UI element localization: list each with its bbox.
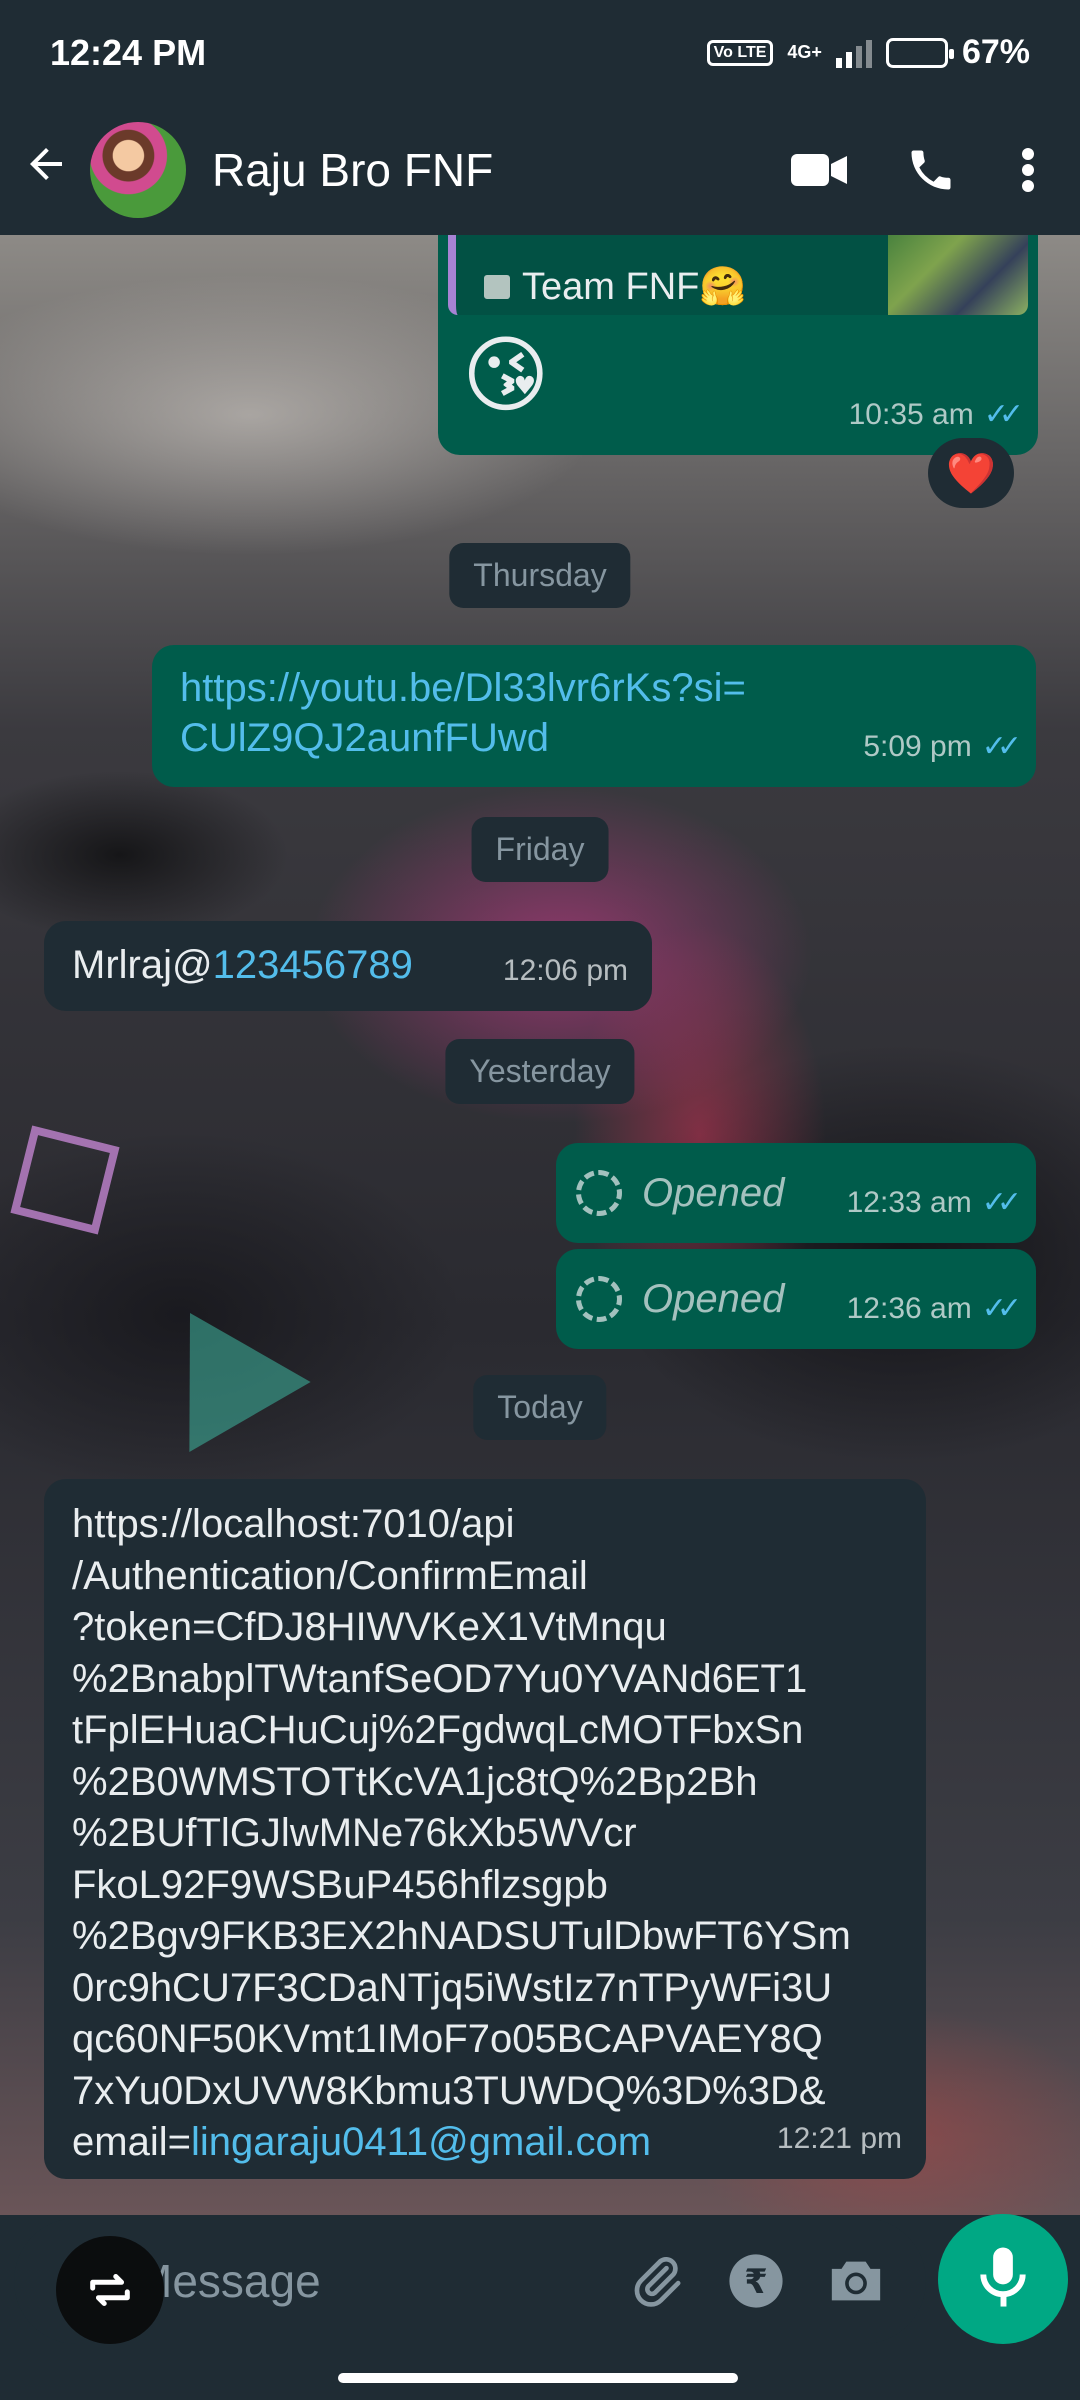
repeat-icon[interactable] <box>56 2236 164 2344</box>
reaction-badge[interactable]: ❤️ <box>928 438 1014 508</box>
attach-icon[interactable] <box>616 2241 696 2321</box>
message-bubble-incoming[interactable]: https://localhost:7010/api /Authenticati… <box>44 1479 926 2179</box>
link-line: 0rc9hCU7F3CDaNTjq5iWstIz7nTPyWFi3U <box>72 1965 833 2010</box>
chat-area[interactable]: Team FNF🤗 😘 10:35 am ✓✓ ❤️ Thursday http… <box>0 235 1080 2215</box>
link-line: qc60NF50KVmt1IMoF7o05BCAPVAEY8Q <box>72 2017 823 2061</box>
phone-number-link[interactable]: 123456789 <box>213 943 413 987</box>
wallpaper-square-shape <box>10 1125 120 1235</box>
svg-text:₹: ₹ <box>744 2262 768 2301</box>
message-time: 5:09 pm <box>863 730 972 763</box>
mic-button[interactable] <box>938 2214 1068 2344</box>
message-meta: 10:35 am ✓✓ <box>848 389 1024 441</box>
message-bubble-outgoing[interactable]: Opened 12:36 am ✓✓ <box>556 1249 1036 1349</box>
message-meta: 12:21 pm <box>777 2113 902 2165</box>
message-meta: 12:33 am ✓✓ <box>846 1177 1022 1229</box>
message-bubble-outgoing[interactable]: Opened 12:33 am ✓✓ <box>556 1143 1036 1243</box>
status-time: 12:24 PM <box>50 31 207 73</box>
link-line: %2BnabplTWtanfSeOD7Yu0YVANd6ET1 <box>72 1656 808 1701</box>
link-line: /Authentication/ConfirmEmail <box>72 1553 588 1598</box>
message-bubble-incoming[interactable]: Mrlraj@123456789 12:06 pm <box>44 921 652 1011</box>
opened-label: Opened <box>642 1277 785 1321</box>
chat-header: Raju Bro FNF <box>0 105 1080 235</box>
date-separator: Thursday <box>449 543 631 608</box>
view-once-icon <box>576 1276 622 1322</box>
image-icon <box>484 275 510 299</box>
battery-percent: 67% <box>961 33 1030 71</box>
link-line: email=lingaraju0411@gmail.com <box>72 2117 898 2169</box>
view-once-icon <box>576 1170 622 1216</box>
avatar[interactable] <box>90 122 186 218</box>
video-call-icon[interactable] <box>774 130 864 210</box>
message-time: 12:33 am <box>846 1186 972 1219</box>
quoted-message[interactable]: Team FNF🤗 <box>448 235 1028 315</box>
message-meta: 12:36 am ✓✓ <box>846 1283 1022 1335</box>
link-line: %2Bgv9FKB3EX2hNADSUTulDbwFT6YSm <box>72 1914 851 1958</box>
status-indicators: Vo LTE 4G+ 67% <box>706 33 1030 72</box>
double-check-icon: ✓✓ <box>981 730 1022 763</box>
link-line: 7xYu0DxUVW8Kbmu3TUWDQ%3D%3D& <box>72 2068 826 2113</box>
link-line: tFplEHuaCHuCuj%2FgdwqLcMOTFbxSn <box>72 1708 804 1752</box>
message-time: 12:21 pm <box>776 2122 902 2155</box>
date-separator: Friday <box>471 817 609 882</box>
link-line: https://youtu.be/Dl33lvr6rKs?si= <box>180 666 746 710</box>
link-line: %2BUfTlGJlwMNe76kXb5WVcr <box>72 1811 637 1855</box>
battery-icon <box>885 37 954 68</box>
link-line: %2B0WMSTOTtKcVA1jc8tQ%2Bp2Bh <box>72 1759 758 1804</box>
network-type: 4G+ <box>787 42 822 62</box>
message-meta: 5:09 pm ✓✓ <box>863 721 1022 773</box>
heart-reaction: ❤️ <box>946 451 996 496</box>
quoted-thumbnail <box>888 235 1028 315</box>
mic-icon <box>978 2245 1028 2314</box>
message-bubble-outgoing[interactable]: Team FNF🤗 😘 10:35 am ✓✓ <box>438 235 1038 455</box>
link-line: https://localhost:7010/api <box>72 1502 515 1546</box>
double-check-icon: ✓✓ <box>983 398 1024 431</box>
message-bubble-outgoing[interactable]: https://youtu.be/Dl33lvr6rKs?si= CUlZ9QJ… <box>152 645 1036 787</box>
confirm-email-link[interactable]: https://localhost:7010/api /Authenticati… <box>72 1499 898 2169</box>
double-check-icon: ✓✓ <box>981 1186 1022 1219</box>
contact-name[interactable]: Raju Bro FNF <box>212 143 752 197</box>
home-indicator[interactable] <box>338 2373 738 2383</box>
status-bar: 12:24 PM Vo LTE 4G+ 67% <box>0 0 1080 105</box>
message-meta: 12:06 pm <box>503 945 628 997</box>
message-time: 12:36 am <box>846 1292 972 1325</box>
message-time: 12:06 pm <box>502 954 628 987</box>
quoted-group-name: Team FNF🤗 <box>522 266 747 308</box>
date-separator: Today <box>473 1375 607 1440</box>
rupee-payment-icon[interactable]: ₹ <box>716 2241 796 2321</box>
wallpaper-triangle-shape <box>129 1278 311 1452</box>
email-link[interactable]: lingaraju0411@gmail.com <box>191 2120 651 2164</box>
back-arrow-icon[interactable] <box>22 140 82 201</box>
message-text: Mrlraj@ <box>72 943 213 987</box>
message-input[interactable]: Message <box>134 2254 596 2308</box>
email-prefix: email= <box>72 2120 191 2164</box>
emoji-message: 😘 <box>462 328 550 422</box>
link-line: ?token=CfDJ8HIWVKeX1VtMnqu <box>72 1605 667 1649</box>
signal-icon <box>835 38 872 68</box>
message-time: 10:35 am <box>848 398 974 431</box>
double-check-icon: ✓✓ <box>981 1292 1022 1325</box>
opened-label: Opened <box>642 1171 785 1215</box>
volte-icon: Vo LTE <box>706 39 774 66</box>
voice-call-icon[interactable] <box>886 130 976 210</box>
camera-icon[interactable] <box>816 2241 896 2321</box>
more-options-icon[interactable] <box>998 130 1058 210</box>
date-separator: Yesterday <box>445 1039 635 1104</box>
link-line: FkoL92F9WSBuP456hflzsgpb <box>72 1862 608 1907</box>
